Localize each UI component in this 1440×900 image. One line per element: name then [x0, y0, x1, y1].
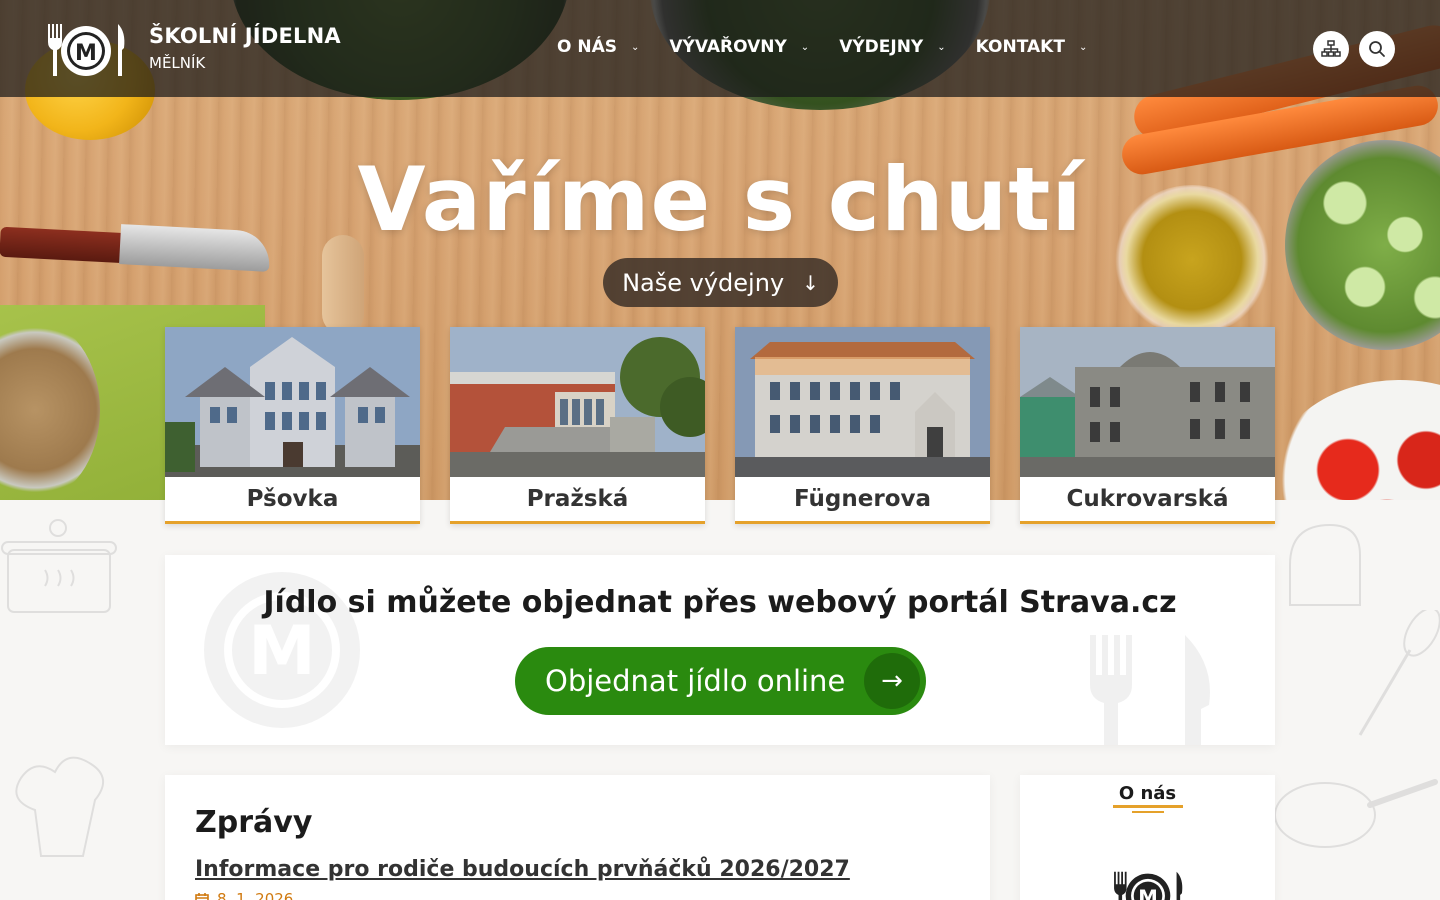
brand-city: MĚLNÍK: [149, 54, 206, 72]
location-card-cukrovarska[interactable]: Cukrovarská: [1020, 327, 1275, 524]
building-photo: [165, 327, 420, 477]
chevron-down-icon: ⌄: [937, 41, 946, 53]
location-name: Pražská: [526, 486, 629, 512]
order-panel: M Jídlo si můžete objednat přes webový p…: [165, 555, 1275, 745]
order-online-label: Objednat jídlo online: [545, 664, 846, 698]
cutlery-watermark-icon: [1090, 635, 1210, 745]
nav-item-vydejny[interactable]: VÝDEJNY ⌄: [839, 37, 945, 57]
arrow-down-icon: ↓: [802, 270, 819, 295]
sitemap-button[interactable]: [1313, 31, 1349, 67]
sitemap-icon: [1321, 40, 1341, 57]
location-name: Cukrovarská: [1066, 486, 1229, 512]
tab-underline: [1113, 805, 1183, 808]
news-heading: Zprávy: [195, 805, 313, 840]
hero-title: Vaříme s chutí: [357, 148, 1083, 251]
location-card-fugnerova[interactable]: Fügnerova: [735, 327, 990, 524]
pot-doodle-icon: [1, 519, 117, 613]
location-card-psovka[interactable]: Pšovka: [165, 327, 420, 524]
main-nav: O NÁS ⌄ VÝVAŘOVNY ⌄ VÝDEJNY ⌄ KONTAKT ⌄: [557, 37, 1117, 57]
nav-item-label: VÝVAŘOVNY: [669, 37, 787, 57]
location-card-prazska[interactable]: Pražská: [450, 327, 705, 524]
nav-item-label: KONTAKT: [975, 37, 1065, 57]
building-photo: [1020, 327, 1275, 477]
brand-name: ŠKOLNÍ JÍDELNA: [149, 24, 341, 48]
building-photo: [450, 327, 705, 477]
site-header: M ŠKOLNÍ JÍDELNA MĚLNÍK O NÁS ⌄ VÝVAŘOVN…: [0, 0, 1440, 97]
news-item-date: 8. 1. 2026: [195, 890, 293, 900]
news-item-link[interactable]: Informace pro rodiče budoucích prvňáčků …: [195, 857, 850, 882]
nav-item-o-nas[interactable]: O NÁS ⌄: [557, 37, 639, 57]
news-date-text: 8. 1. 2026: [217, 890, 294, 900]
order-online-button[interactable]: Objednat jídlo online →: [515, 647, 926, 715]
chevron-down-icon: ⌄: [1078, 41, 1088, 53]
calendar-icon: [195, 893, 209, 900]
chevron-down-icon: ⌄: [631, 41, 640, 53]
about-panel: O nás M: [1020, 775, 1275, 900]
nav-item-vyvarovny[interactable]: VÝVAŘOVNY ⌄: [669, 37, 809, 57]
svg-text:M: M: [75, 41, 97, 66]
tab-o-nas[interactable]: O nás: [1020, 783, 1275, 804]
tab-underline-accent: [1132, 811, 1164, 813]
about-logo-icon: M: [1114, 871, 1183, 900]
building-photo: [735, 327, 990, 477]
logo-icon: M: [48, 24, 125, 76]
tomato-plate-image: [1270, 380, 1440, 500]
chevron-down-icon: ⌄: [800, 41, 810, 53]
brand-text: ŠKOLNÍ JÍDELNA MĚLNÍK: [149, 24, 341, 72]
location-name: Pšovka: [246, 486, 339, 512]
news-panel: Zprávy Informace pro rodiče budoucích pr…: [165, 775, 990, 900]
arrow-right-icon: →: [864, 653, 920, 709]
search-button[interactable]: [1359, 31, 1395, 67]
search-icon: [1369, 41, 1385, 57]
nav-item-label: VÝDEJNY: [839, 37, 924, 57]
location-name: Fügnerova: [793, 486, 932, 512]
our-canteens-button[interactable]: Naše výdejny ↓: [603, 258, 838, 307]
nav-item-kontakt[interactable]: KONTAKT ⌄: [976, 37, 1088, 57]
order-info-text: Jídlo si můžete objednat přes webový por…: [263, 585, 1177, 620]
svg-text:M: M: [248, 612, 316, 691]
svg-text:M: M: [1138, 886, 1158, 900]
whisk-doodle-icon: [1358, 610, 1440, 736]
logo-link[interactable]: M: [44, 22, 128, 78]
pan-doodle-icon: [1274, 779, 1438, 848]
nav-item-label: O NÁS: [557, 37, 617, 57]
teapot-doodle-icon: [1289, 523, 1361, 606]
our-canteens-label: Naše výdejny: [622, 268, 785, 297]
chef-hat-doodle-icon: [15, 756, 104, 857]
